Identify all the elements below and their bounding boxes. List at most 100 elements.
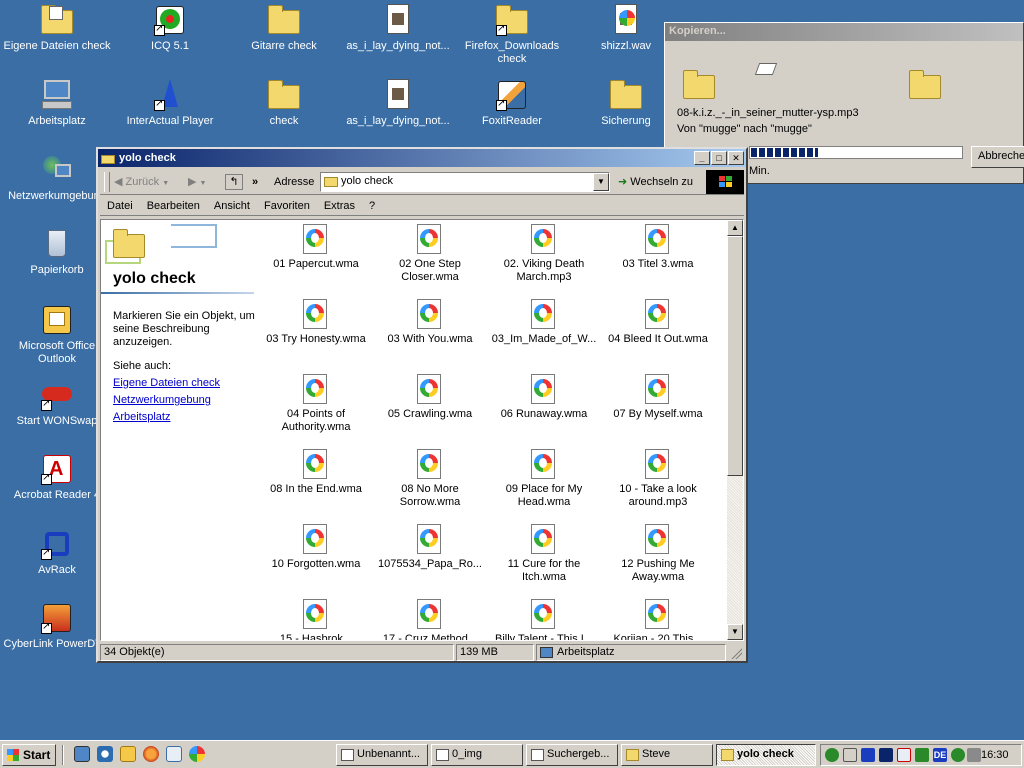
menu-datei[interactable]: Datei — [100, 200, 140, 212]
file-item[interactable]: 17 - Cruz Method... — [373, 597, 487, 640]
speaker-icon[interactable] — [843, 748, 857, 762]
file-item[interactable]: 09 Place for My Head.wma — [487, 447, 601, 509]
toolbar-grip[interactable] — [104, 172, 110, 192]
desktop-icon-arbeitsplatz[interactable]: Arbeitsplatz — [1, 79, 113, 128]
task-0-img[interactable]: 0_img — [431, 744, 523, 766]
search-icon — [436, 749, 449, 761]
file-item[interactable]: Korijan - 20 This... — [601, 597, 715, 640]
menu-extras[interactable]: Extras — [317, 200, 362, 212]
media-file-icon — [531, 374, 557, 404]
file-item[interactable]: 10 Forgotten.wma — [259, 522, 373, 571]
file-label: 03_Im_Made_of_W... — [491, 333, 597, 345]
start-button[interactable]: Start — [2, 744, 56, 766]
file-item[interactable]: 03 With You.wma — [373, 297, 487, 346]
file-item[interactable]: 02 One Step Closer.wma — [373, 222, 487, 284]
menu-bearbeiten[interactable]: Bearbeiten — [140, 200, 207, 212]
address-field[interactable]: yolo check ▼ — [320, 172, 610, 192]
file-item[interactable]: 10 - Take a look around.mp3 — [601, 447, 715, 509]
link-eigene-dateien[interactable]: Eigene Dateien check — [113, 377, 220, 389]
file-item[interactable]: 08 No More Sorrow.wma — [373, 447, 487, 509]
media-player-icon[interactable] — [189, 746, 205, 762]
file-item[interactable]: 04 Bleed It Out.wma — [601, 297, 715, 346]
copy-from-to: Von "mugge" nach "mugge" — [677, 123, 812, 135]
tray-hardware-icon[interactable] — [967, 748, 981, 762]
powerdvd-icon — [41, 602, 73, 634]
desktop-icon-gitarre-check[interactable]: Gitarre check — [228, 4, 340, 53]
desktop-icon-as-i-lay-dying-1[interactable]: as_i_lay_dying_not... — [342, 4, 454, 53]
task-yolo-check[interactable]: yolo check — [716, 744, 816, 766]
forward-button[interactable]: ▶ ▼ — [188, 173, 206, 191]
desktop-icon-interactual-player[interactable]: InterActual Player — [114, 79, 226, 128]
file-item[interactable]: 04 Points of Authority.wma — [259, 372, 373, 434]
file-item[interactable]: 07 By Myself.wma — [601, 372, 715, 421]
tray-gear-icon[interactable] — [951, 748, 965, 762]
desktop-icon-my-documents[interactable]: Eigene Dateien check — [1, 4, 113, 53]
maximize-button[interactable]: □ — [711, 151, 727, 165]
explorer-window[interactable]: yolo check _ □ ✕ ◀ Zurück ▼ ▶ ▼ ↰ » Adre… — [96, 147, 748, 663]
tray-app-icon[interactable] — [861, 748, 875, 762]
scroll-thumb[interactable] — [727, 236, 743, 476]
file-item[interactable]: Billy Talent - This I... — [487, 597, 601, 640]
desktop-icon-icq[interactable]: ICQ 5.1 — [114, 4, 226, 53]
media-file-icon — [417, 374, 443, 404]
task-label: yolo check — [737, 748, 794, 760]
copy-dialog-title[interactable]: Kopieren... — [665, 23, 1023, 41]
window-titlebar[interactable]: yolo check _ □ ✕ — [98, 149, 746, 167]
menu-help[interactable]: ? — [362, 200, 382, 212]
toolbar-more-chevron[interactable]: » — [252, 173, 258, 191]
folder-icon — [113, 228, 151, 258]
scroll-down-icon[interactable]: ▼ — [727, 624, 743, 640]
task-steve[interactable]: Steve — [621, 744, 713, 766]
scroll-up-icon[interactable]: ▲ — [727, 220, 743, 236]
show-desktop-icon[interactable] — [74, 746, 90, 762]
tray-network-icon[interactable] — [825, 748, 839, 762]
address-dropdown-icon[interactable]: ▼ — [593, 173, 609, 191]
menu-ansicht[interactable]: Ansicht — [207, 200, 257, 212]
back-button[interactable]: ◀ Zurück ▼ — [114, 173, 169, 191]
menu-favoriten[interactable]: Favoriten — [257, 200, 317, 212]
desktop-icon-check[interactable]: check — [228, 79, 340, 128]
network-tool-icon[interactable] — [166, 746, 182, 762]
desktop-icon-firefox-downloads[interactable]: Firefox_Downloads check — [456, 4, 568, 66]
file-item[interactable]: 06 Runaway.wma — [487, 372, 601, 421]
media-file-icon — [645, 524, 671, 554]
file-item[interactable]: 08 In the End.wma — [259, 447, 373, 496]
desktop-icon-foxitreader[interactable]: FoxitReader — [456, 79, 568, 128]
file-label: 04 Points of Authority.wma — [281, 408, 351, 433]
link-netzwerkumgebung[interactable]: Netzwerkumgebung — [113, 394, 211, 406]
file-item[interactable]: 12 Pushing Me Away.wma — [601, 522, 715, 584]
file-item[interactable]: 03 Try Honesty.wma — [259, 297, 373, 346]
media-file-icon — [531, 599, 557, 629]
desktop-icon-label: Eigene Dateien check — [3, 40, 111, 52]
file-item[interactable]: 11 Cure for the Itch.wma — [487, 522, 601, 584]
tray-disconnected-icon[interactable] — [897, 748, 911, 762]
task-suchergebnisse[interactable]: Suchergeb... — [526, 744, 618, 766]
file-item[interactable]: 03_Im_Made_of_W... — [487, 297, 601, 346]
file-item[interactable]: 15 - Hasbrok... — [259, 597, 373, 640]
up-folder-button[interactable]: ↰ — [225, 174, 243, 190]
file-item[interactable]: 05 Crawling.wma — [373, 372, 487, 421]
abort-button[interactable]: Abbrechen — [971, 146, 1024, 168]
tray-shield-icon[interactable] — [915, 748, 929, 762]
resize-grip-icon[interactable] — [730, 647, 742, 659]
go-button[interactable]: ➜ Wechseln zu — [618, 173, 693, 191]
vertical-scrollbar[interactable]: ▲ ▼ — [727, 220, 743, 640]
file-item[interactable]: 1075534_Papa_Ro... — [373, 522, 487, 571]
link-arbeitsplatz[interactable]: Arbeitsplatz — [113, 411, 170, 423]
icq-icon — [154, 4, 186, 36]
close-button[interactable]: ✕ — [728, 151, 744, 165]
language-indicator[interactable]: DE — [933, 748, 947, 762]
desktop-icon-label: Gitarre check — [251, 40, 317, 52]
desktop-icon-as-i-lay-dying-2[interactable]: as_i_lay_dying_not... — [342, 79, 454, 128]
internet-explorer-icon[interactable] — [97, 746, 113, 762]
outlook-express-icon[interactable] — [120, 746, 136, 762]
firefox-icon[interactable] — [143, 746, 159, 762]
task-unbenannt[interactable]: Unbenannt... — [336, 744, 428, 766]
task-label: 0_img — [452, 748, 482, 760]
file-item[interactable]: 03 Titel 3.wma — [601, 222, 715, 271]
file-item[interactable]: 01 Papercut.wma — [259, 222, 373, 271]
minimize-button[interactable]: _ — [694, 151, 710, 165]
media-file-icon — [531, 449, 557, 479]
tray-display-icon[interactable] — [879, 748, 893, 762]
file-item[interactable]: 02. Viking Death March.mp3 — [487, 222, 601, 284]
